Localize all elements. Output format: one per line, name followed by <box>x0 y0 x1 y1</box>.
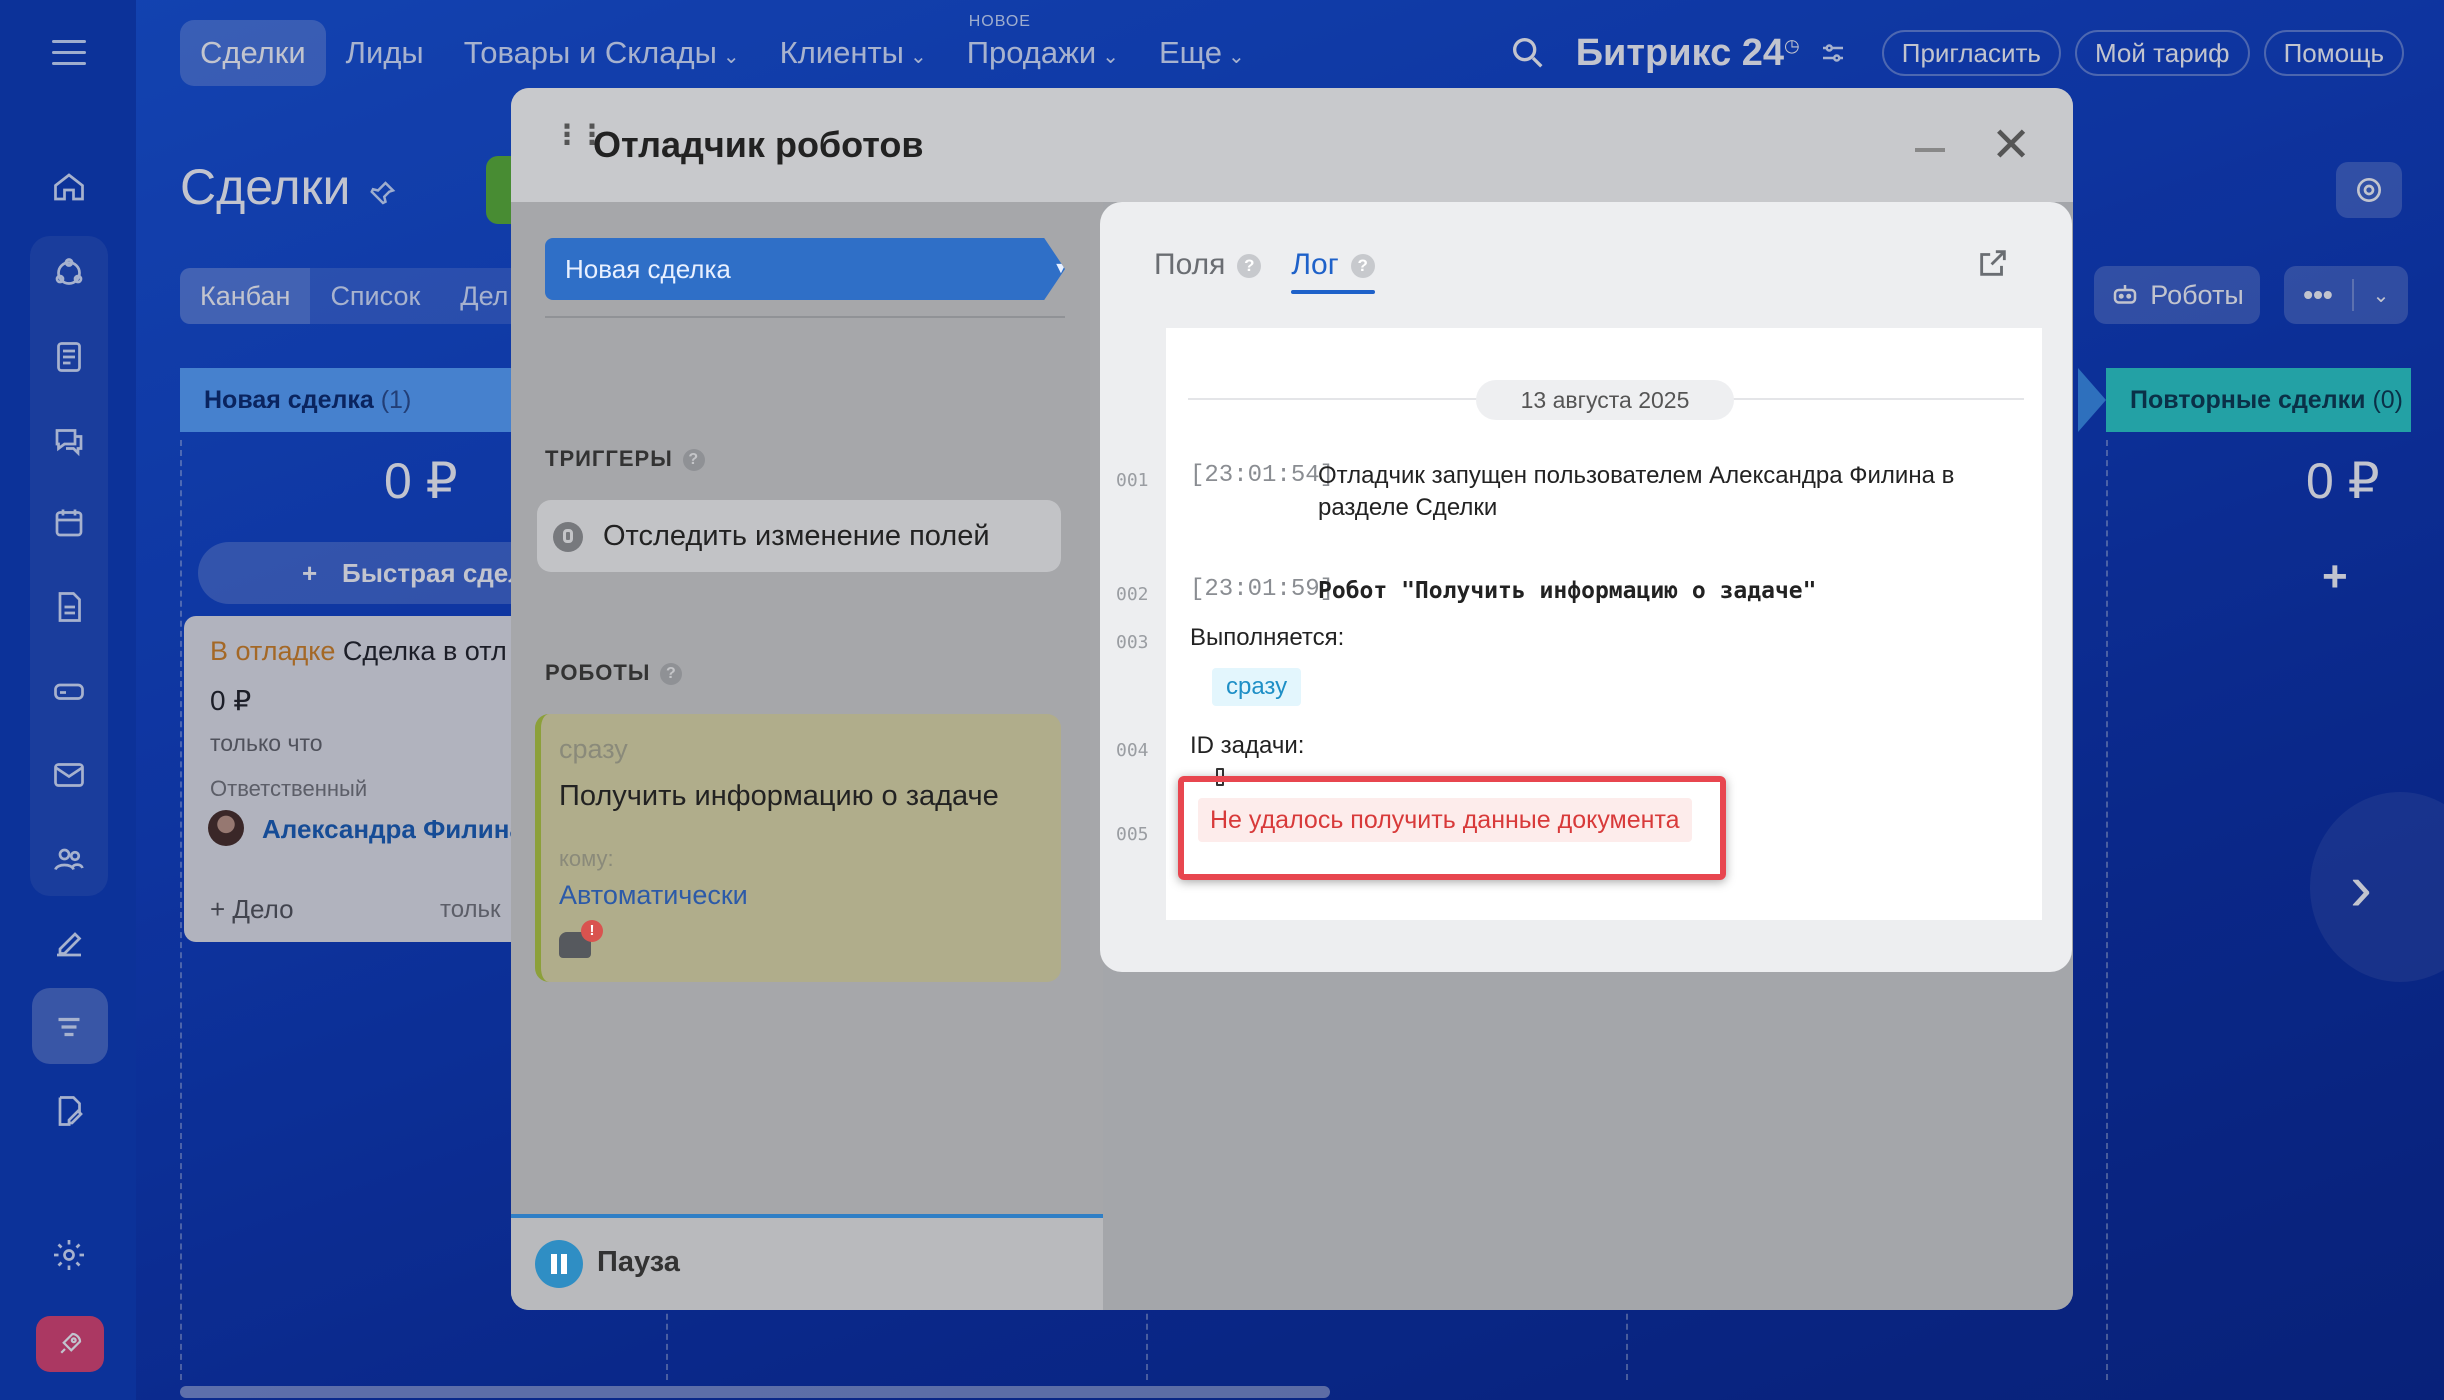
lock-icon <box>553 522 583 552</box>
trigger-card[interactable]: Отследить изменение полей <box>537 500 1061 572</box>
log-line-number: 002 <box>1116 584 1149 605</box>
log-line-number: 001 <box>1116 470 1149 491</box>
robot-to-value[interactable]: Автоматически <box>559 880 748 911</box>
triggers-title: ТРИГГЕРЫ <box>545 446 673 471</box>
modal-header: ⋮⋮ Отладчик роботов ✕ <box>511 88 2073 202</box>
log-tabs: Поля? Лог? <box>1154 240 1376 294</box>
log-text: ID задачи: <box>1190 732 1305 759</box>
log-date: 13 августа 2025 <box>1476 380 1734 420</box>
log-line-number: 005 <box>1116 824 1149 845</box>
log-timestamp: [23:01:59] <box>1190 576 1335 603</box>
log-timestamp: [23:01:54] <box>1190 462 1335 489</box>
close-icon[interactable]: ✕ <box>1991 122 2031 170</box>
log-text: разделе Сделки <box>1318 494 1498 521</box>
warning-icon: ! <box>581 920 603 942</box>
help-icon[interactable]: ? <box>1350 254 1375 279</box>
open-external-icon[interactable] <box>1976 246 2010 280</box>
robot-card[interactable]: сразу Получить информацию о задаче кому:… <box>535 714 1061 982</box>
log-line-number: 004 <box>1116 740 1149 761</box>
robots-title: РОБОТЫ <box>545 660 651 685</box>
divider <box>545 316 1065 318</box>
tab-fields[interactable]: Поля? <box>1154 240 1262 290</box>
log-tag: сразу <box>1212 668 1302 706</box>
tab-log[interactable]: Лог? <box>1291 240 1376 294</box>
pause-bar: Пауза <box>511 1214 1103 1310</box>
log-text: Робот "Получить информацию о задаче" <box>1318 578 1817 604</box>
pause-label[interactable]: Пауза <box>597 1246 680 1279</box>
help-icon[interactable]: ? <box>682 449 705 472</box>
modal-title: Отладчик роботов <box>593 124 924 165</box>
caret-down-icon: ▼ <box>1053 260 1069 277</box>
log-line-number: 003 <box>1116 632 1149 653</box>
robot-to-label: кому: <box>559 846 614 871</box>
robot-when: сразу <box>559 734 628 764</box>
stage-select[interactable]: Новая сделка ▼ <box>545 238 1065 300</box>
log-text: Отладчик запущен пользователем Александр… <box>1318 462 1955 489</box>
robots-section-title: РОБОТЫ? <box>545 660 683 686</box>
triggers-section-title: ТРИГГЕРЫ? <box>545 446 705 472</box>
minimize-icon[interactable] <box>1915 148 1945 152</box>
trigger-label: Отследить изменение полей <box>603 520 990 552</box>
log-error-text: Не удалось получить данные документа <box>1198 798 1692 842</box>
debugger-left-pane: Новая сделка ▼ ТРИГГЕРЫ? Отследить измен… <box>511 202 1103 1310</box>
log-text: Выполняется: <box>1190 624 1345 651</box>
help-icon[interactable]: ? <box>1237 254 1262 279</box>
stage-select-value: Новая сделка <box>565 254 731 284</box>
tab-label: Поля <box>1154 248 1226 281</box>
robot-name: Получить информацию о задаче <box>559 780 999 812</box>
pause-icon[interactable] <box>535 1240 583 1288</box>
drag-handle-icon[interactable]: ⋮⋮ <box>553 121 606 149</box>
help-icon[interactable]: ? <box>660 663 683 686</box>
error-highlight: Не удалось получить данные документа <box>1178 776 1726 880</box>
tab-label: Лог <box>1291 248 1339 281</box>
